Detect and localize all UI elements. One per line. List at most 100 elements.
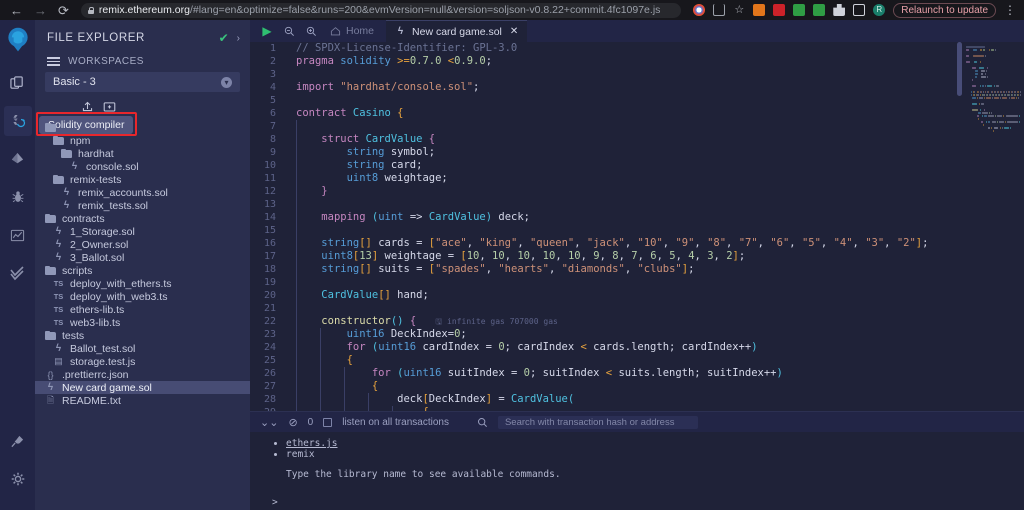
tree-item[interactable]: ϟ 3_Ballot.sol: [35, 251, 250, 264]
run-script-icon[interactable]: ▶: [256, 20, 278, 42]
tree-item[interactable]: ▤ storage.test.js: [35, 355, 250, 368]
terminal-prompt[interactable]: >: [272, 497, 1024, 509]
code-token: "4": [833, 237, 853, 249]
code-token: "ace": [435, 237, 467, 249]
transaction-search-input[interactable]: Search with transaction hash or address: [497, 415, 698, 429]
tree-item[interactable]: ϟ console.sol: [35, 160, 250, 173]
check-icon[interactable]: ✔: [219, 31, 229, 45]
profile-avatar-icon[interactable]: R: [873, 4, 886, 16]
tree-item[interactable]: TS deploy_with_web3.ts: [35, 290, 250, 303]
code-token: suits.length; suitIndex++: [612, 367, 777, 379]
bookmark-star-icon[interactable]: ☆: [733, 4, 745, 16]
folder-icon: [45, 123, 56, 132]
indent-guide: [296, 198, 297, 211]
google-icon[interactable]: [693, 4, 706, 16]
sidebar-item-solidity-compiler[interactable]: [3, 106, 32, 136]
indent-guide: [296, 250, 297, 263]
tree-item[interactable]: ϟ Ballot_test.sol: [35, 342, 250, 355]
code-token: ;: [460, 328, 467, 340]
code-token: (: [567, 393, 575, 405]
seo-icon[interactable]: [793, 4, 806, 16]
tree-item[interactable]: TS web3-lib.ts: [35, 316, 250, 329]
folder-icon: [45, 266, 56, 275]
tree-item[interactable]: ϟ remix_tests.sol: [35, 199, 250, 212]
tab-new-card-game-sol[interactable]: ϟ New card game.sol ✕: [386, 20, 528, 42]
indent-guide: [296, 159, 297, 172]
indent-guide: [344, 406, 345, 411]
new-folder-icon[interactable]: [103, 100, 116, 113]
tree-item[interactable]: scripts: [35, 264, 250, 277]
sidepanel-icon[interactable]: [853, 4, 866, 16]
hamburger-menu-icon[interactable]: [47, 57, 60, 66]
workspace-select[interactable]: Basic - 3 ▾: [45, 72, 240, 92]
tab-home-label: Home: [346, 25, 375, 37]
chevron-right-icon[interactable]: ›: [237, 33, 240, 44]
indent-guide: [344, 367, 345, 380]
tree-item[interactable]: {} .prettierrc.json: [35, 368, 250, 381]
share-icon[interactable]: [713, 4, 726, 16]
address-bar[interactable]: remix.ethereum.org/#lang=en&optimize=fal…: [80, 2, 682, 18]
code-token: 10: [517, 250, 531, 262]
sidebar-item-deploy-run[interactable]: [4, 144, 32, 174]
listen-on-all-transactions-checkbox[interactable]: [323, 417, 333, 427]
minimap-line: [972, 117, 1020, 120]
tree-item[interactable]: contracts: [35, 212, 250, 225]
terminal-output[interactable]: ethers.js remix Type the library name to…: [250, 432, 1024, 510]
tree-item[interactable]: ϟ 2_Owner.sol: [35, 238, 250, 251]
tree-item[interactable]: TS ethers-lib.ts: [35, 303, 250, 316]
pending-transactions-count: 0: [307, 416, 314, 428]
sidebar-item-file-explorer[interactable]: [4, 68, 32, 98]
collapse-icon[interactable]: ⌄⌄: [260, 416, 278, 429]
remix-logo[interactable]: [4, 26, 32, 54]
tree-item[interactable]: npm: [35, 134, 250, 147]
metamask-icon[interactable]: [753, 4, 766, 16]
adobe-acrobat-icon[interactable]: [773, 4, 786, 16]
tree-item[interactable]: 🗎 README.txt: [35, 394, 250, 407]
close-icon[interactable]: ✕: [510, 26, 518, 37]
sidebar-item-debugger[interactable]: [4, 182, 32, 212]
line-number: 27: [263, 381, 276, 392]
code-token: {: [428, 133, 436, 145]
solidity-file-icon: ϟ: [63, 200, 70, 211]
zoom-out-icon[interactable]: [278, 20, 300, 42]
upload-file-icon[interactable]: [81, 100, 94, 113]
indent-guide: [296, 172, 297, 185]
tree-item[interactable]: remix-tests: [35, 173, 250, 186]
zoom-in-icon[interactable]: [300, 20, 322, 42]
code-token: uint16: [378, 341, 417, 353]
tree-item[interactable]: ϟ New card game.sol: [35, 381, 250, 394]
tab-home[interactable]: Home: [322, 20, 386, 42]
reload-icon[interactable]: ⟳: [58, 4, 69, 17]
relaunch-to-update-button[interactable]: Relaunch to update: [893, 2, 996, 18]
browser-menu-icon[interactable]: ⋮: [1004, 4, 1016, 16]
tree-item[interactable]: ϟ 1_Storage.sol: [35, 225, 250, 238]
clear-console-icon[interactable]: ⊘: [288, 416, 297, 429]
forward-icon[interactable]: →: [34, 4, 47, 17]
workspaces-row[interactable]: WORKSPACES: [35, 48, 250, 72]
code-token: 0.9.0: [454, 55, 486, 67]
tree-item-label: contracts: [62, 212, 105, 225]
sidebar-item-plugin-manager[interactable]: [4, 426, 32, 456]
sidebar-item-unit-testing[interactable]: [4, 258, 32, 288]
text-file-icon: 🗎: [46, 394, 55, 405]
robot-icon[interactable]: [813, 4, 826, 16]
puzzle-extensions-icon[interactable]: [833, 4, 846, 16]
tree-item[interactable]: TS deploy_with_ethers.ts: [35, 277, 250, 290]
tree-item[interactable]: tests: [35, 329, 250, 342]
code-token: Casino: [352, 107, 391, 119]
ethers-js-link[interactable]: ethers.js: [286, 438, 337, 449]
back-icon[interactable]: ←: [10, 4, 23, 17]
sidebar-item-settings[interactable]: [4, 464, 32, 494]
tree-item[interactable]: hardhat: [35, 147, 250, 160]
code-line: 1 // SPDX-License-Identifier: GPL-3.0: [250, 42, 1024, 55]
code-editor[interactable]: 1 // SPDX-License-Identifier: GPL-3.0 2 pra…: [250, 42, 1024, 411]
tree-item[interactable]: ϟ remix_accounts.sol: [35, 186, 250, 199]
indent-guide: [320, 393, 321, 406]
sidebar-item-analysis[interactable]: [4, 220, 32, 250]
code-token: "2": [896, 237, 916, 249]
code-text: uint8[13] weightage = [10, 10, 10, 10, 1…: [284, 250, 745, 263]
workspace-options-icon[interactable]: ▾: [221, 76, 232, 88]
editor-minimap[interactable]: [962, 42, 1024, 411]
code-token: solidity: [340, 55, 391, 67]
